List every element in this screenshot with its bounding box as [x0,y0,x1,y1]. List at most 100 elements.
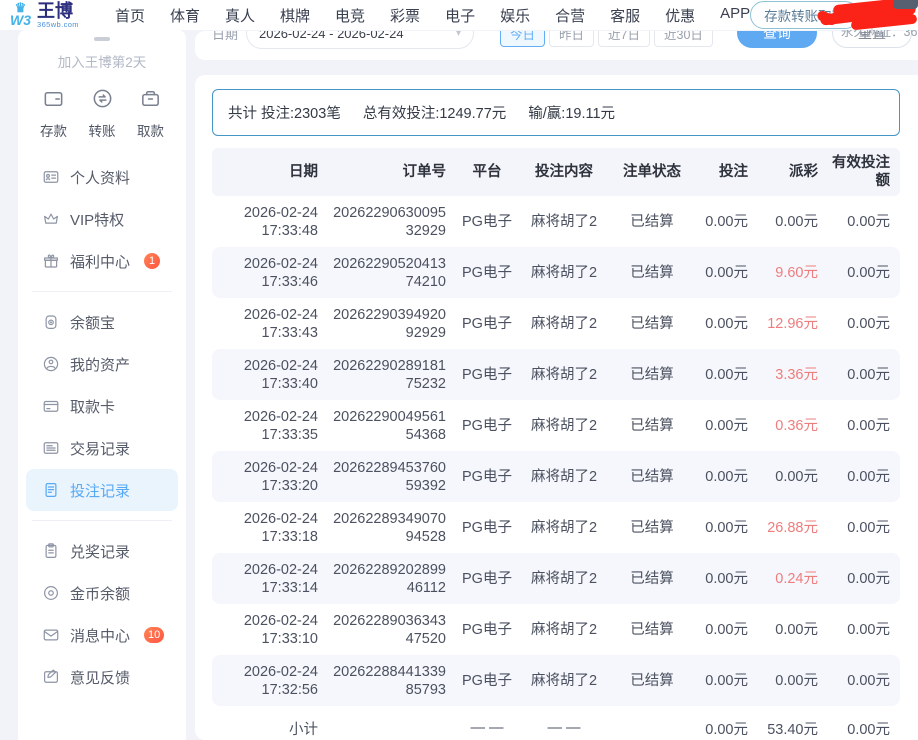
date-range-input[interactable]: 2026-02-24 - 2026-02-24 ▾ [246,31,474,49]
corner-notification-badge [893,0,918,9]
cell-platform: PG电子 [456,617,518,643]
cell-bet: 0.00元 [694,617,758,643]
nav-item-11[interactable]: 优惠 [665,5,695,26]
cell-bet: 0.00元 [694,209,758,235]
sidebar-item[interactable]: 交易记录 [26,427,178,469]
cell-bet: 0.00元 [694,464,758,490]
cell-valid: 0.00元 [828,413,900,439]
nav-item-2[interactable]: 体育 [170,5,200,26]
cell-payout: 3.36元 [758,362,828,388]
cell-content: 麻将胡了2 [518,209,610,235]
clipped-text-sliver [94,37,110,41]
cell-content: 麻将胡了2 [518,311,610,337]
sidebar-item[interactable]: 福利中心1 [26,240,178,282]
safe-icon [42,313,60,331]
sidebar-item[interactable]: VIP特权 [26,198,178,240]
sidebar-item-label: 福利中心 [70,251,130,272]
table-row: 2026-02-24 17:33:482026229063009532929PG… [212,196,900,247]
cell-content: 麻将胡了2 [518,362,610,388]
cell-platform: PG电子 [456,209,518,235]
quick-filter-button[interactable]: 昨日 [549,31,594,47]
column-header-valid: 有效投注额 [828,150,900,194]
deposit-icon [42,87,65,115]
cell-status: 已结算 [610,362,694,388]
nav-item-9[interactable]: 合营 [555,5,585,26]
quick-action-deposit[interactable]: 存款 [40,87,67,140]
quick-action-transfer[interactable]: 转账 [89,87,116,140]
cell-date: 2026-02-24 17:32:56 [212,659,328,703]
sidebar-item[interactable]: 余额宝 [26,301,178,343]
cell-platform: PG电子 [456,362,518,388]
nav-item-1[interactable]: 首页 [115,5,145,26]
cell-date: 2026-02-24 17:33:14 [212,557,328,601]
join-days-text: 加入王博第2天 [18,51,186,71]
cell-payout: 0.00元 [758,464,828,490]
table-row: 2026-02-24 17:33:462026229052041374210PG… [212,247,900,298]
logo-domain: 365wb.com [37,21,79,29]
sidebar-item[interactable]: 我的资产 [26,343,178,385]
cell-order: 2026229052041374210 [328,251,456,295]
table-row: 2026-02-24 17:33:102026228903634347520PG… [212,604,900,655]
nav-item-8[interactable]: 娱乐 [500,5,530,26]
nav-item-12[interactable]: APP [720,5,750,26]
cell-bet: 0.00元 [694,260,758,286]
quick-action-withdraw[interactable]: 取款 [137,87,164,140]
quick-filter-button[interactable]: 今日 [500,31,545,47]
cell-status: 已结算 [610,464,694,490]
quick-filter-button[interactable]: 近7日 [598,31,650,47]
sidebar-item[interactable]: 投注记录 [26,469,178,511]
sidebar-item[interactable]: 意见反馈 [26,656,178,698]
list-icon [42,439,60,457]
site-logo[interactable]: ♛ W3 王博 365wb.com [10,2,79,29]
cell-bet: 0.00元 [694,515,758,541]
nav-item-7[interactable]: 电子 [445,5,475,26]
cell-platform: PG电子 [456,413,518,439]
subtotal-content-dash: — — [518,716,610,740]
sidebar-item-label: 取款卡 [70,396,115,417]
betting-records-table: 日期订单号平台投注内容注单状态投注派彩有效投注额 2026-02-24 17:3… [212,148,900,740]
main-nav: 首页 体育 真人 棋牌 电竞 彩票 电子 娱乐 合营 客服 优惠 APP [115,5,750,26]
subtotal-label: 小计 [212,714,328,740]
search-button[interactable]: 查询 [737,31,817,48]
bank-card-icon [42,397,60,415]
cell-payout: 0.24元 [758,566,828,592]
cell-status: 已结算 [610,668,694,694]
cell-order: 2026229004956154368 [328,404,456,448]
sidebar-item[interactable]: 个人资料 [26,156,178,198]
quick-date-filters: 今日昨日近7日近30日 [500,31,713,47]
assets-icon [42,355,60,373]
cell-valid: 0.00元 [828,311,900,337]
sidebar: 加入王博第2天 存款转账取款 个人资料 VIP特权福利中心1 余额宝我的资产取款卡交… [18,30,186,740]
cell-platform: PG电子 [456,668,518,694]
cell-valid: 0.00元 [828,617,900,643]
subtotal-payout: 53.40元 [758,714,828,740]
cell-status: 已结算 [610,566,694,592]
table-row: 2026-02-24 17:33:142026228920289946112PG… [212,553,900,604]
sidebar-item[interactable]: 消息中心10 [26,614,178,656]
mail-icon [42,626,60,644]
column-header-content: 投注内容 [518,159,610,185]
nav-item-6[interactable]: 彩票 [390,5,420,26]
sidebar-item-label: 余额宝 [70,312,115,333]
table-subtotal-row: 小计 — — — — 0.00元 53.40元 0.00元 [212,706,900,740]
sidebar-item-label: 投注记录 [70,480,130,501]
column-header-status: 注单状态 [610,159,694,185]
cell-valid: 0.00元 [828,566,900,592]
sidebar-item[interactable]: 金币余额 [26,572,178,614]
sidebar-item[interactable]: 取款卡 [26,385,178,427]
nav-item-5[interactable]: 电竞 [335,5,365,26]
table-row: 2026-02-24 17:33:432026229039492092929PG… [212,298,900,349]
nav-item-10[interactable]: 客服 [610,5,640,26]
nav-item-3[interactable]: 真人 [225,5,255,26]
gift-icon [42,252,60,270]
sidebar-item-label: VIP特权 [70,209,124,230]
nav-item-4[interactable]: 棋牌 [280,5,310,26]
cell-order: 2026228903634347520 [328,608,456,652]
subtotal-platform-dash: — — [456,716,518,740]
cell-order: 2026229028918175232 [328,353,456,397]
cell-content: 麻将胡了2 [518,515,610,541]
quick-filter-button[interactable]: 近30日 [654,31,713,47]
cell-status: 已结算 [610,311,694,337]
cell-order: 2026228934907094528 [328,506,456,550]
sidebar-item[interactable]: 兑奖记录 [26,530,178,572]
